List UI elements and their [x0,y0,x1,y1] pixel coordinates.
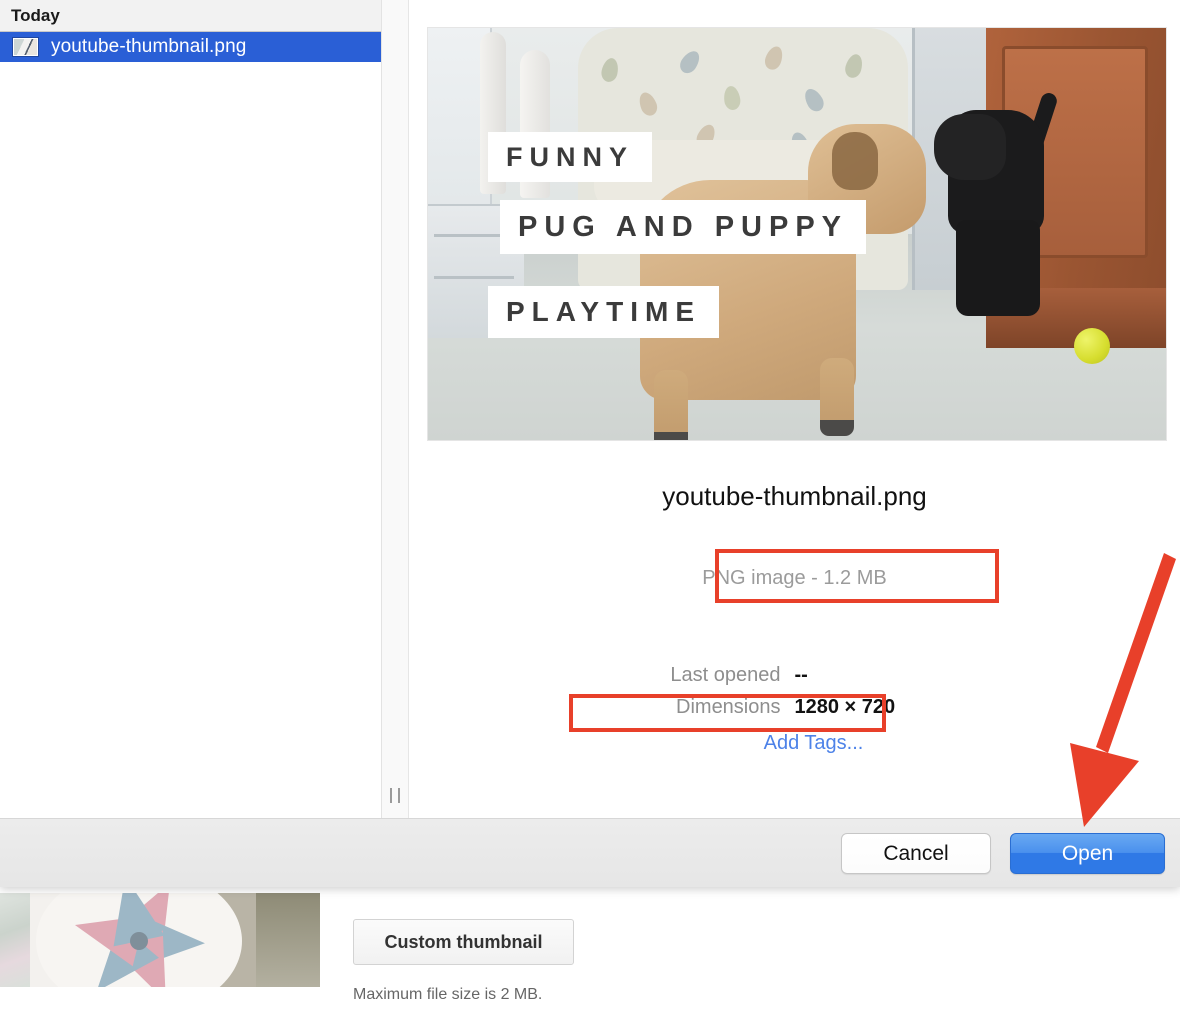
dialog-footer: Cancel Open [0,818,1180,887]
metadata-row-dimensions: Dimensions 1280 × 720 [409,696,1180,728]
scene-pug-leg-front [654,370,688,440]
thumbnail-caption-line-3: PLAYTIME [488,286,719,338]
file-list-sidebar[interactable]: Today youtube-thumbnail.png [0,0,382,818]
preview-image: FUNNY PUG AND PUPPY PLAYTIME [428,28,1166,440]
screen-root: Custom thumbnail Maximum file size is 2 … [0,0,1180,1019]
preview-metadata-block: Last opened -- Dimensions 1280 × 720 Add… [409,664,1180,755]
preview-kind-wrapper: PNG image - 1.2 MB [409,558,1180,599]
metadata-value-dimensions: 1280 × 720 [795,696,1059,719]
scene-pug-paw-front [654,432,688,440]
custom-thumbnail-button[interactable]: Custom thumbnail [353,919,574,965]
thumbnail-caption-line-2: PUG AND PUPPY [500,200,866,254]
quilt-pinwheel [36,893,242,987]
file-list-item-label: youtube-thumbnail.png [51,36,246,58]
pane-resize-handle[interactable] [390,788,400,803]
carpet-area [256,893,320,987]
open-file-dialog: Today youtube-thumbnail.png [0,0,1180,887]
file-preview-pane: FUNNY PUG AND PUPPY PLAYTIME youtube-thu… [409,0,1180,818]
pane-divider [382,0,409,818]
scene-pug-ear [832,132,878,190]
max-file-size-note: Maximum file size is 2 MB. [353,986,542,1004]
cancel-button[interactable]: Cancel [841,833,991,874]
quilt-edge [0,893,30,987]
scene-pug-paw-back [820,420,854,436]
scene-tennis-ball [1074,328,1110,364]
scene-puppy-legs [956,220,1040,316]
image-file-icon [13,38,38,56]
metadata-label-dimensions: Dimensions [531,696,795,719]
add-tags-link[interactable]: Add Tags... [764,732,864,755]
thumbnail-caption-line-1: FUNNY [488,132,652,182]
file-group-header-today: Today [0,0,381,32]
metadata-value-last-opened: -- [795,664,1059,687]
background-video-thumbnail [0,893,320,987]
preview-kind-and-size: PNG image - 1.2 MB [680,558,909,599]
preview-filename: youtube-thumbnail.png [409,481,1180,512]
metadata-row-last-opened: Last opened -- [409,664,1180,696]
add-tags-row: Add Tags... [409,732,1180,755]
scene-puppy-head [934,114,1006,180]
open-button[interactable]: Open [1010,833,1165,874]
file-list-item-youtube-thumbnail[interactable]: youtube-thumbnail.png [0,32,381,62]
metadata-label-last-opened: Last opened [531,664,795,687]
